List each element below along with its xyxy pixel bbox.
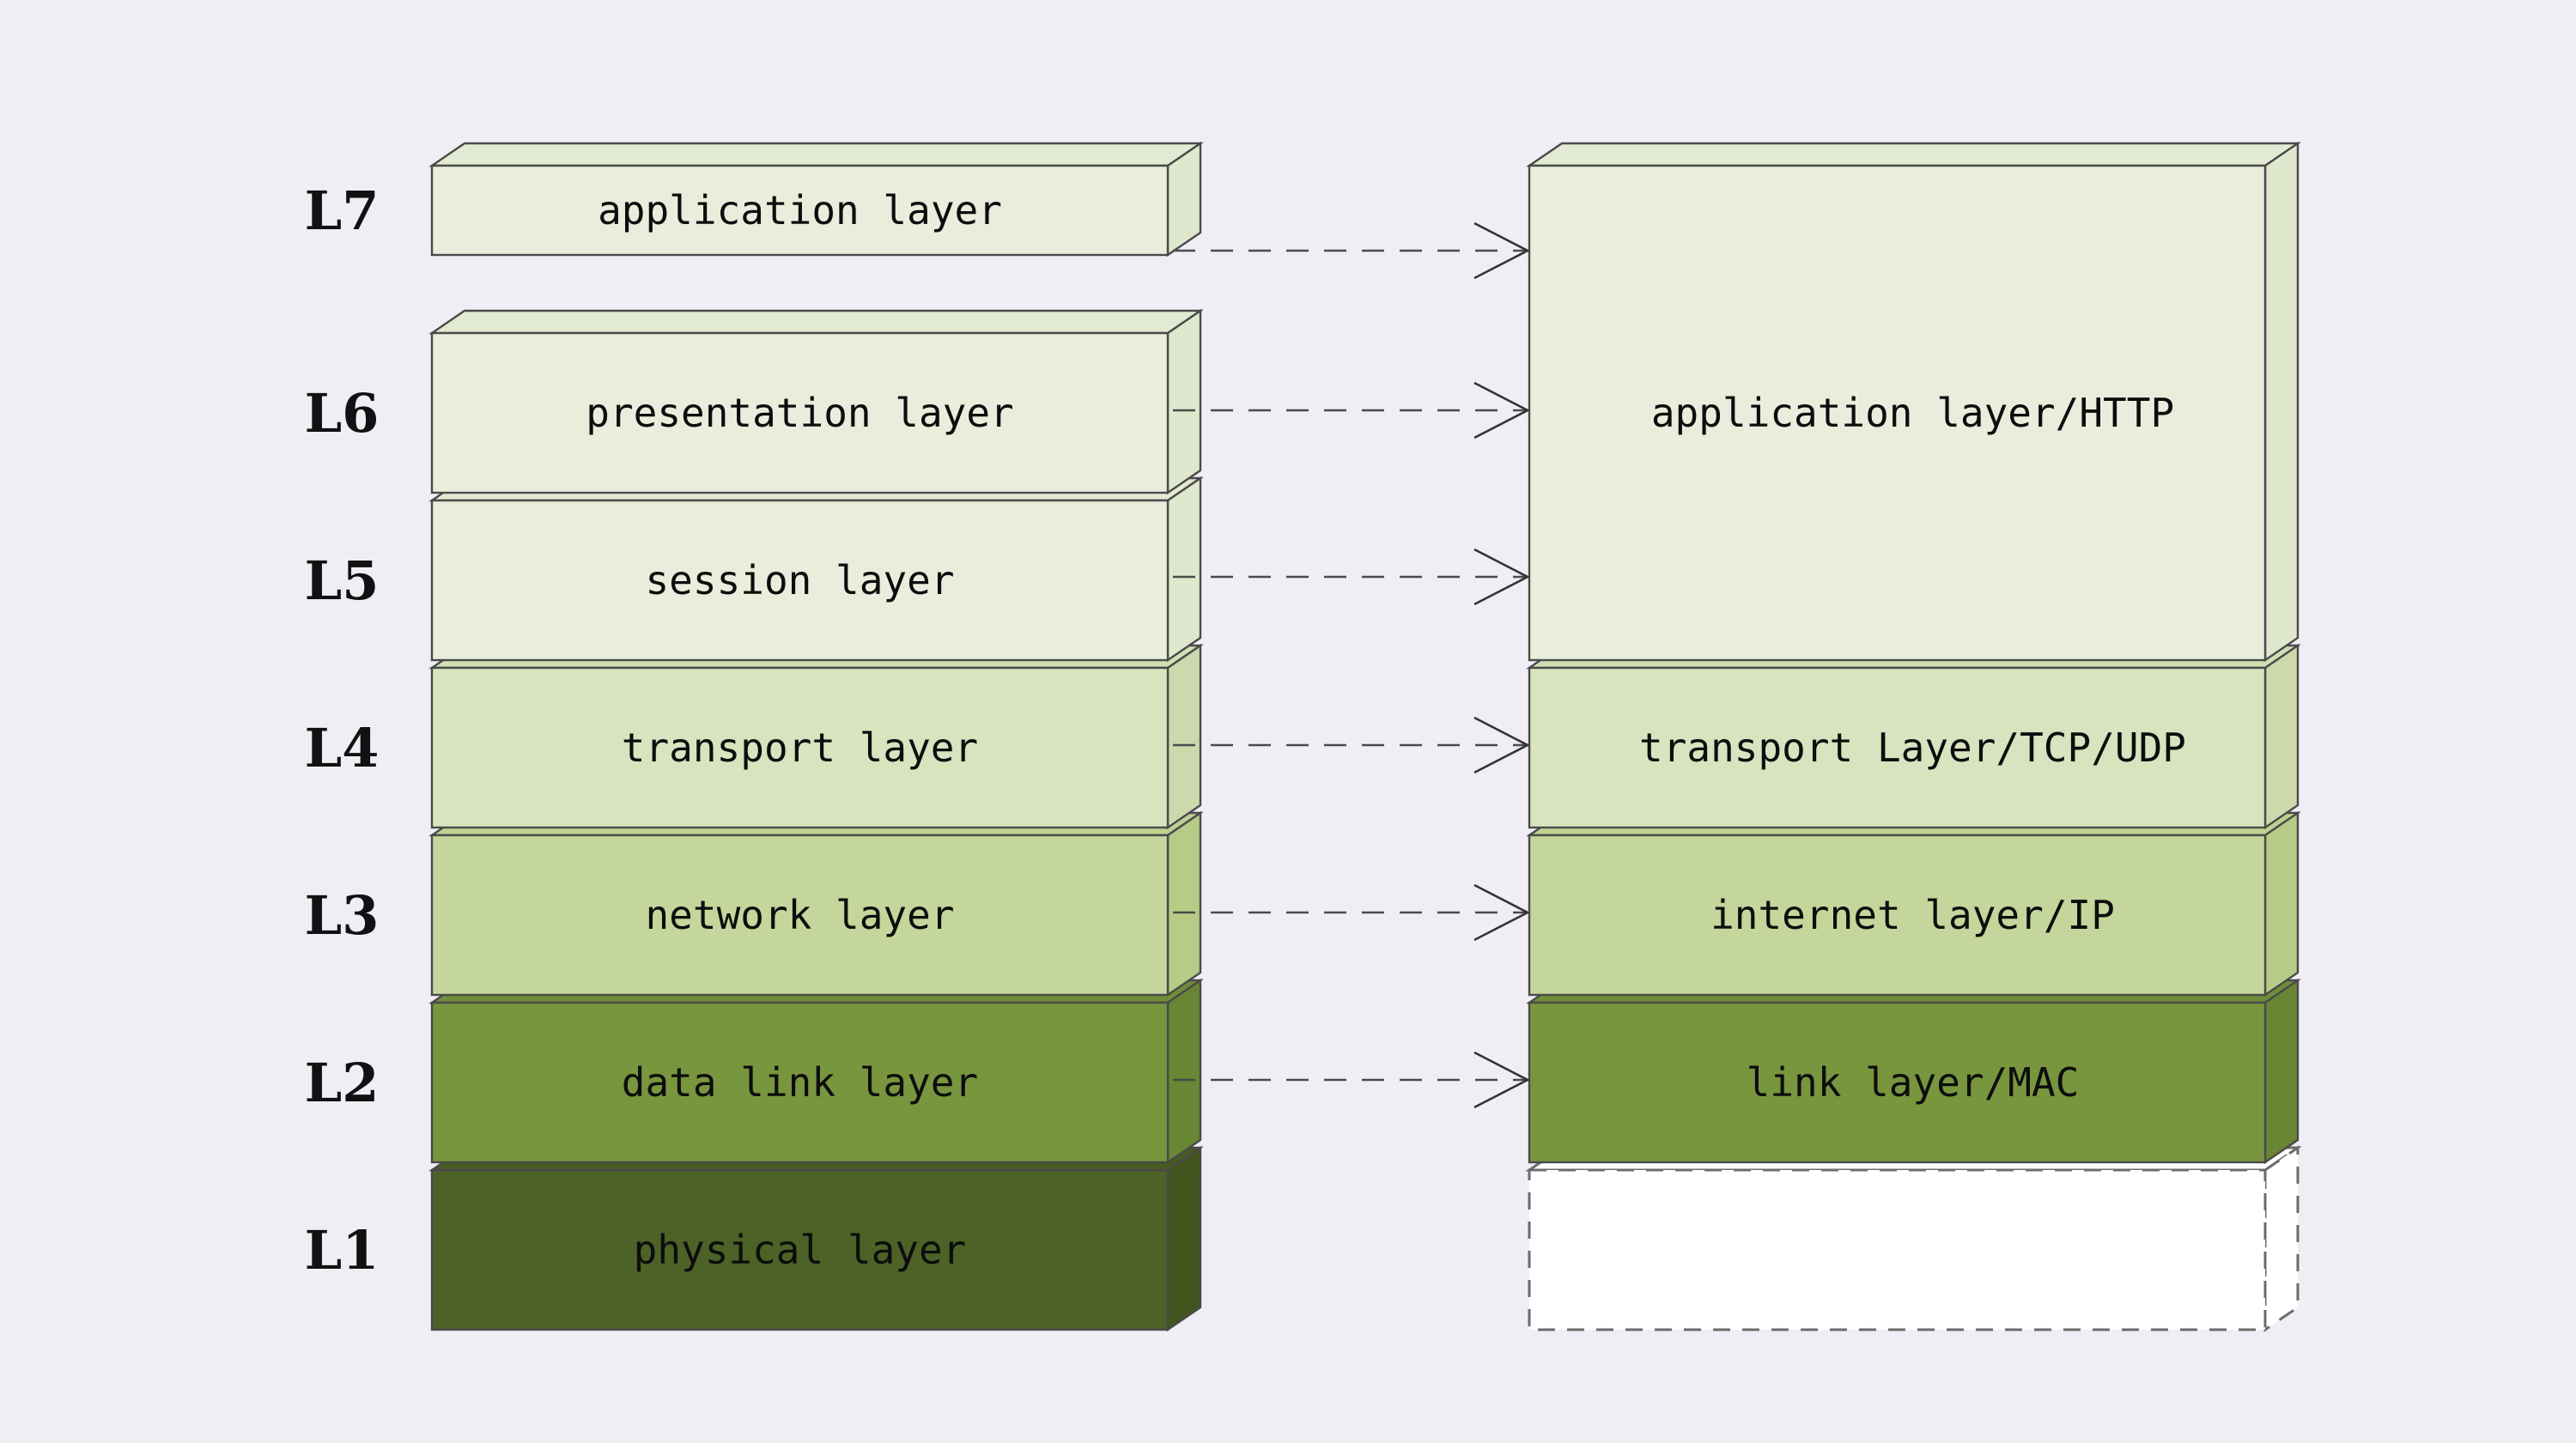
box-side-face (2263, 643, 2300, 830)
box-side-face (1166, 643, 1202, 830)
mapping-arrow-l7-to-t4 (1173, 221, 1530, 280)
box-front-face (1528, 1168, 2267, 1331)
osi-tcpip-diagram: L7 L6 L5 L4 L3 L2 L1 application layer presenta… (305, 141, 2302, 1332)
level-label-l6: L6 (305, 382, 380, 445)
box-side-face (2263, 810, 2300, 997)
mapping-arrow-l5-to-t4 (1173, 548, 1530, 606)
layer-name-l3: network layer (645, 892, 954, 938)
box-side-face (1166, 978, 1202, 1165)
level-labels-group: L7 L6 L5 L4 L3 L2 L1 (305, 179, 380, 1282)
box-top-face (428, 142, 1204, 167)
layer-name-l4: transport layer (622, 725, 978, 771)
layer-name-l5: session layer (645, 557, 954, 603)
layer-name-l1: physical layer (634, 1227, 967, 1273)
level-label-l5: L5 (305, 549, 380, 612)
diagram-canvas: L7 L6 L5 L4 L3 L2 L1 application layer presenta… (0, 0, 2576, 1443)
box-side-face (1166, 810, 1202, 997)
box-side-face (2263, 1145, 2300, 1332)
level-label-l4: L4 (305, 717, 380, 779)
layer-name-l7: application layer (598, 187, 1002, 233)
box-top-face (428, 309, 1204, 335)
level-label-l2: L2 (305, 1052, 380, 1114)
mapping-arrow-l4-to-t3 (1173, 716, 1530, 774)
layer-name-l2: data link layer (622, 1059, 978, 1106)
tcpip-layer-name-t4: application layer/HTTP (1651, 390, 2174, 436)
box-side-face (1166, 308, 1202, 495)
layer-name-l6: presentation layer (586, 390, 1014, 436)
mapping-arrow-l6-to-t4 (1173, 381, 1530, 440)
mapping-arrows-group (1173, 221, 1530, 1109)
box-side-face (1166, 1145, 1202, 1332)
level-label-l7: L7 (305, 179, 380, 242)
tcpip-layer-name-t2: internet layer/IP (1710, 892, 2115, 938)
level-label-l3: L3 (305, 884, 380, 947)
tcpip-layer-name-t3: transport Layer/TCP/UDP (1639, 725, 2186, 771)
box-side-face (2263, 978, 2300, 1165)
level-label-l1: L1 (305, 1219, 380, 1282)
mapping-arrow-l2-to-t1 (1173, 1051, 1530, 1109)
box-side-face (2263, 141, 2300, 663)
box-top-face (1526, 142, 2301, 167)
layer-box-t0[interactable] (1525, 1145, 2302, 1332)
box-side-face (1166, 476, 1202, 663)
mapping-arrow-l3-to-t2 (1173, 883, 1530, 942)
tcpip-layer-name-t1: link layer/MAC (1747, 1059, 2080, 1106)
